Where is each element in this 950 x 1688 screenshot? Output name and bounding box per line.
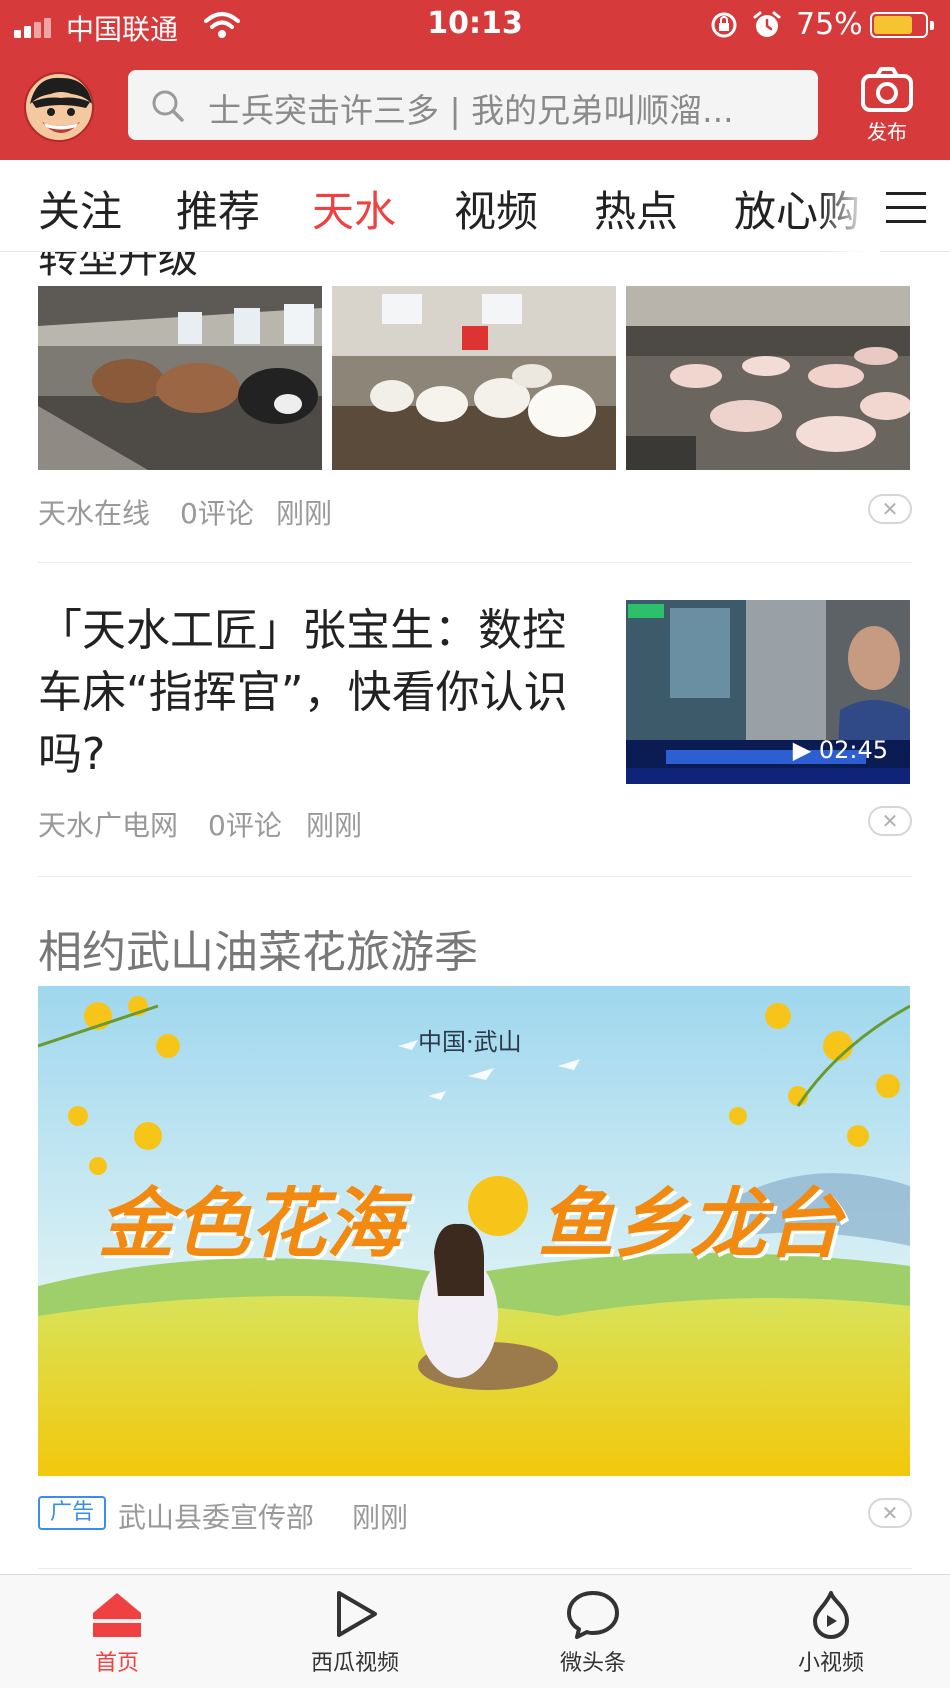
publish-button[interactable]: 发布 [852, 66, 922, 150]
item1-time: 刚刚 [276, 497, 333, 530]
dislike-close-icon[interactable]: ✕ [868, 806, 912, 836]
camera-icon [861, 67, 913, 112]
play-icon [337, 1591, 377, 1637]
video-thumbnail-cnc[interactable]: ▶ 02:45 [626, 600, 910, 784]
battery-fill [874, 16, 912, 34]
tab-hot[interactable]: 热点 [594, 178, 678, 239]
battery-icon [870, 12, 934, 38]
nav-home[interactable]: 首页 [42, 1589, 192, 1677]
tabs-fade [820, 160, 880, 252]
ad-banner-image[interactable]: 中国·武山 金色花海 鱼乡龙台 [38, 986, 910, 1476]
tab-tianshui[interactable]: 天水 [312, 178, 396, 239]
banner-slogan-left: 金色花海 [98, 1179, 402, 1268]
feed-divider [38, 562, 912, 563]
battery-percent: 75% [796, 7, 863, 42]
item2-time: 刚刚 [306, 809, 363, 842]
tab-recommend[interactable]: 推荐 [176, 178, 260, 239]
item1-source[interactable]: 天水在线 [38, 492, 150, 532]
publish-label: 发布 [867, 120, 907, 144]
item3-time: 刚刚 [352, 1501, 409, 1534]
top-header: 中国联通 10:13 75% 士兵突击许三多 | 我的兄弟叫顺溜... 发布 [0, 0, 950, 160]
user-avatar[interactable] [24, 72, 94, 142]
rotation-lock-icon [711, 12, 737, 38]
chat-bubble-icon [567, 1591, 619, 1639]
nav-xigua-video[interactable]: 西瓜视频 [280, 1589, 430, 1677]
tab-follow[interactable]: 关注 [38, 178, 122, 239]
search-icon [152, 90, 184, 122]
news-feed: 转型升级 天水在线 0评论 刚刚 ✕ 「天水工匠」张宝生：数控车床“指挥官”，快… [0, 252, 950, 1574]
home-icon [93, 1593, 141, 1637]
ad-title[interactable]: 相约武山油菜花旅游季 [38, 916, 478, 980]
item3-source[interactable]: 武山县委宣传部 [118, 1496, 314, 1536]
item1-comments: 0评论 [180, 497, 254, 530]
nav-weitoutiao[interactable]: 微头条 [518, 1589, 668, 1677]
bottom-navigation: 首页 西瓜视频 微头条 小视频 [0, 1574, 950, 1688]
feed-divider [38, 1568, 912, 1569]
search-bar[interactable]: 士兵突击许三多 | 我的兄弟叫顺溜... [128, 70, 818, 140]
menu-icon[interactable] [880, 188, 932, 228]
dislike-close-icon[interactable]: ✕ [868, 494, 912, 524]
play-icon: ▶ [792, 736, 812, 764]
article-title-partial[interactable]: 转型升级 [38, 252, 198, 284]
video-duration-text: 02:45 [818, 736, 888, 764]
tab-video[interactable]: 视频 [454, 178, 538, 239]
status-bar: 中国联通 10:13 75% [0, 0, 950, 50]
avatar-face-icon [30, 77, 92, 140]
channel-tabs: 关注 推荐 天水 视频 热点 放心购 [0, 160, 950, 252]
item2-comments: 0评论 [208, 809, 282, 842]
thumbnail-sheep-barn[interactable] [332, 286, 616, 470]
nav-xigua-label: 西瓜视频 [310, 1651, 399, 1676]
sheep-barn-image [332, 286, 616, 470]
item2-source[interactable]: 天水广电网 [38, 804, 178, 844]
article-title-craftsman[interactable]: 「天水工匠」张宝生：数控车床“指挥官”，快看你认识吗? [38, 600, 598, 786]
alarm-icon [753, 11, 781, 37]
ad-badge: 广告 [38, 1496, 106, 1530]
feed-divider [38, 876, 912, 877]
banner-slogan-right: 鱼乡龙台 [538, 1179, 842, 1268]
video-duration: ▶ 02:45 [793, 736, 888, 764]
pig-barn-image [626, 286, 910, 470]
thumbnail-pig-barn[interactable] [626, 286, 910, 470]
nav-home-label: 首页 [94, 1651, 139, 1676]
search-placeholder: 士兵突击许三多 | 我的兄弟叫顺溜... [208, 91, 734, 130]
banner-small-title: 中国·武山 [418, 1028, 522, 1056]
nav-short-video-label: 小视频 [797, 1651, 864, 1676]
nav-weitoutiao-label: 微头条 [559, 1651, 626, 1676]
cattle-barn-image [38, 286, 322, 470]
thumbnail-cattle-barn[interactable] [38, 286, 322, 470]
flame-play-icon [813, 1591, 849, 1639]
nav-short-video[interactable]: 小视频 [756, 1589, 906, 1677]
dislike-close-icon[interactable]: ✕ [868, 1498, 912, 1528]
